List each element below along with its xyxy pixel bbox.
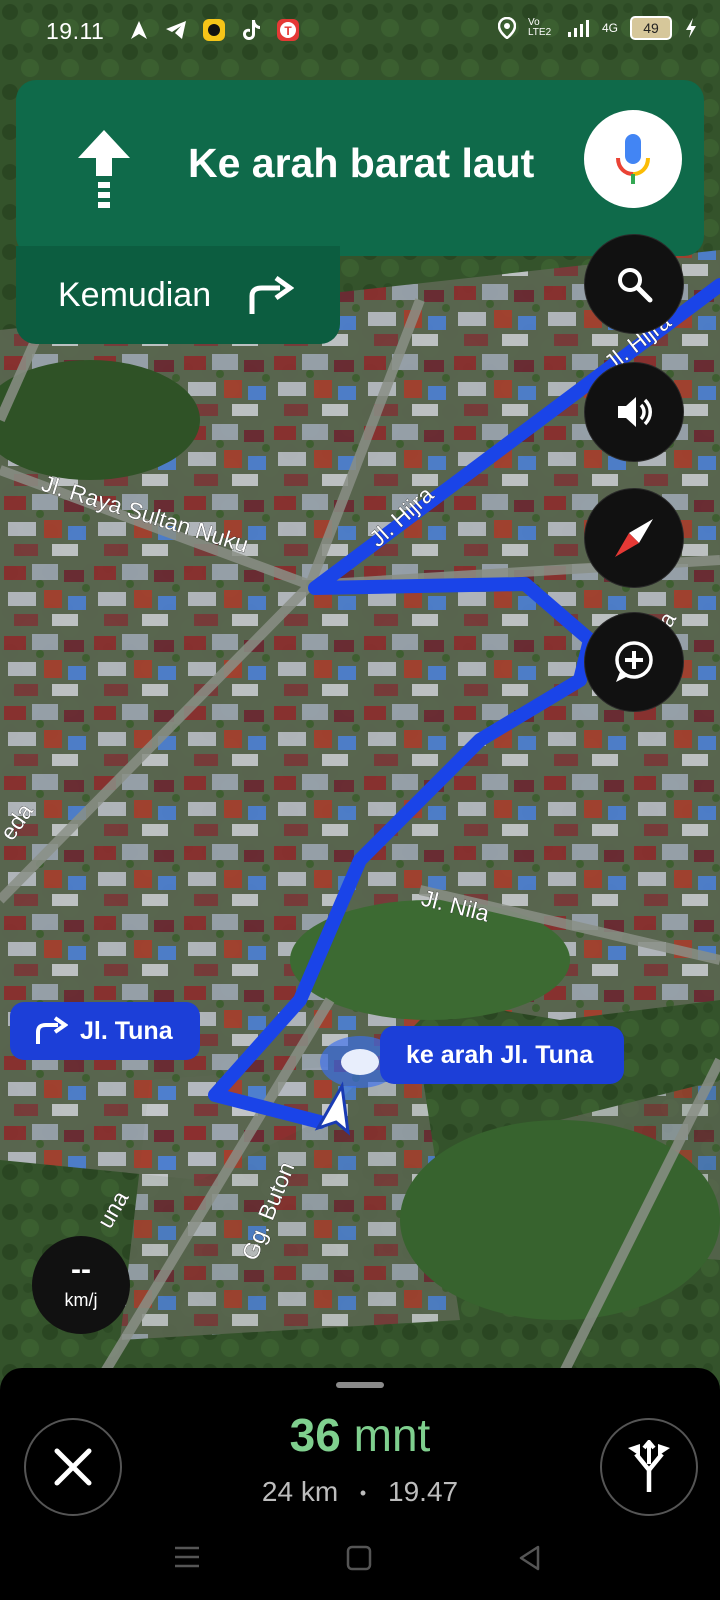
add-report-icon — [615, 641, 653, 682]
speedometer: -- km/j — [32, 1236, 130, 1334]
alternate-routes-icon — [628, 1440, 670, 1492]
t-app-icon: T — [277, 19, 299, 41]
turn-right-icon — [36, 1016, 68, 1044]
battery-icon: 49 — [630, 16, 672, 40]
eta-number: 36 — [289, 1409, 341, 1461]
volume-icon — [618, 397, 652, 427]
navigation-arrow-icon — [131, 21, 147, 39]
speed-value: -- — [71, 1253, 91, 1286]
tiktok-icon — [243, 20, 260, 40]
arrival-time: 19.47 — [388, 1476, 459, 1507]
system-status-icons: Vo LTE2 4G 49 — [497, 16, 698, 40]
direction-text: Ke arah barat laut — [188, 140, 535, 186]
turn-street-name: Jl. Tuna — [80, 1016, 173, 1045]
signal-icon — [567, 20, 589, 37]
heading-text: ke arah Jl. Tuna — [406, 1040, 594, 1069]
home-icon[interactable] — [345, 1544, 373, 1572]
compass-icon — [615, 519, 653, 557]
speed-unit: km/j — [64, 1290, 98, 1310]
notification-icons: T — [128, 18, 300, 42]
location-icon — [497, 17, 516, 39]
app-icon — [203, 19, 225, 41]
then-card[interactable]: Kemudian — [16, 246, 340, 344]
system-navigation-bar — [0, 1520, 720, 1600]
network-4g: 4G — [601, 21, 618, 35]
turn-street-label[interactable]: Jl. Tuna — [10, 1002, 200, 1060]
drag-handle[interactable] — [336, 1382, 384, 1388]
battery-level: 49 — [643, 20, 659, 36]
trip-distance: 24 km — [261, 1476, 339, 1507]
heading-label[interactable]: ke arah Jl. Tuna — [380, 1026, 624, 1084]
telegram-icon — [166, 21, 186, 39]
menu-icon[interactable] — [172, 1544, 202, 1570]
turn-right-icon — [249, 276, 294, 314]
svg-text:T: T — [284, 24, 292, 38]
back-icon[interactable] — [516, 1544, 544, 1572]
separator: • — [359, 1483, 367, 1504]
eta-unit: mnt — [353, 1409, 431, 1461]
alternate-routes-button[interactable] — [600, 1418, 698, 1516]
status-time: 19.11 — [46, 18, 105, 44]
sound-button[interactable] — [584, 362, 684, 462]
volte-indicator: Vo LTE2 — [527, 17, 552, 38]
mic-icon — [616, 134, 650, 184]
voice-search-button[interactable] — [584, 110, 682, 208]
add-report-button[interactable] — [584, 612, 684, 712]
charging-icon — [686, 18, 696, 38]
status-bar: 19.11 T Vo LTE2 4G 49 — [0, 0, 720, 64]
then-label: Kemudian — [58, 276, 212, 314]
straight-arrow-icon — [78, 130, 130, 208]
trip-summary-sheet[interactable]: 36 mnt 24 km • 19.47 — [0, 1368, 720, 1600]
compass-button[interactable] — [584, 488, 684, 588]
search-icon — [618, 268, 653, 303]
search-button[interactable] — [584, 234, 684, 334]
